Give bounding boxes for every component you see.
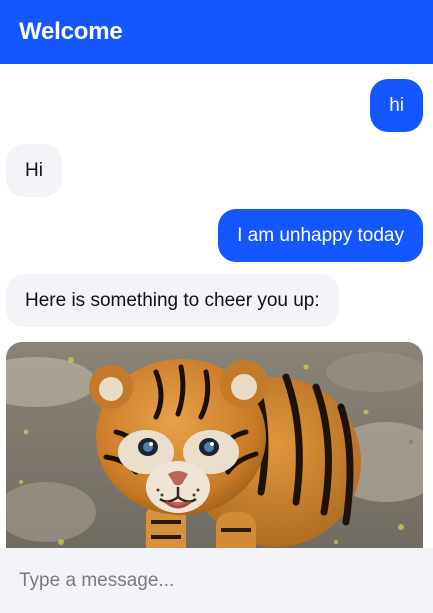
bot-message: Here is something to cheer you up: — [6, 274, 339, 327]
app-header: Welcome — [0, 0, 433, 64]
tiger-cub-image[interactable] — [6, 342, 423, 548]
user-message: hi — [370, 79, 423, 132]
header-title: Welcome — [19, 18, 123, 45]
chat-area[interactable]: hi Hi I am unhappy today Here is somethi… — [0, 64, 433, 548]
message-composer — [0, 548, 433, 613]
user-message: I am unhappy today — [218, 209, 423, 262]
tiger-cub-illustration — [6, 342, 423, 548]
bot-message: Hi — [6, 144, 62, 197]
message-input[interactable] — [19, 569, 419, 592]
